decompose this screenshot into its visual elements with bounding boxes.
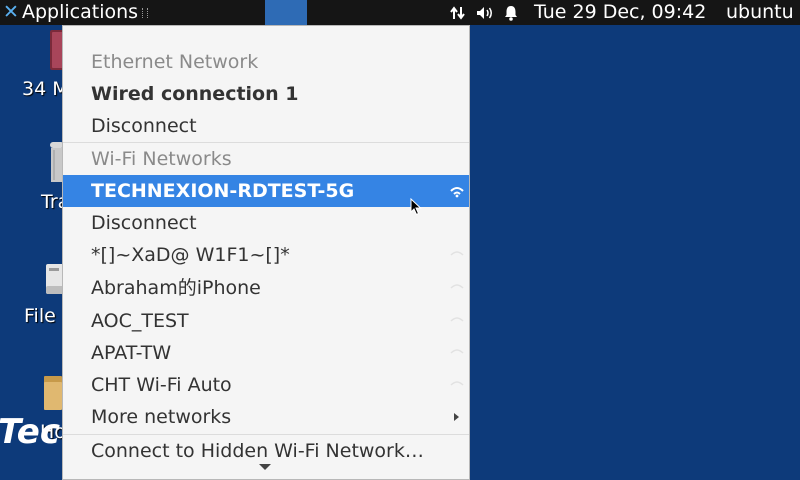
workspace-switcher-active[interactable] [265,0,307,25]
wifi-signal-weak-icon [450,349,464,354]
wifi-signal-weak-icon [450,284,464,289]
wallpaper-logo-text: Tec [0,412,61,452]
wifi-signal-weak-icon [450,317,464,322]
wifi-disconnect-item[interactable]: Disconnect [63,207,469,239]
wifi-signal-weak-icon [450,251,464,256]
clock[interactable]: Tue 29 Dec, 09:42 [534,0,706,25]
wifi-signal-weak-icon [450,381,464,386]
wifi-networks-header: Wi-Fi Networks [91,148,232,170]
hostname-label[interactable]: ubuntu [726,0,794,25]
wifi-network-item[interactable]: Abraham的iPhone [63,272,469,304]
wifi-network-label: Abraham的iPhone [91,277,261,299]
wifi-network-item[interactable]: CHT Wi-Fi Auto [63,369,469,401]
mouse-cursor-icon [410,198,422,216]
scroll-down-arrow-icon[interactable] [259,464,271,470]
wifi-network-item[interactable]: APAT-TW [63,337,469,369]
desktop-label-filesystem[interactable]: File [24,305,56,327]
submenu-arrow-icon [454,413,459,421]
ethernet-network-header: Ethernet Network [91,51,259,73]
network-transfer-icon[interactable] [447,0,469,25]
wifi-network-label: APAT-TW [91,342,172,364]
wifi-network-label: *[]~XaD@ W1F1~[]* [91,244,290,266]
network-manager-menu: Ethernet Network Wired connection 1 Disc… [62,25,470,480]
panel-handle-icon [142,7,149,18]
home-folder-icon[interactable] [44,374,62,410]
notification-bell-icon[interactable] [500,0,522,25]
xfce-logo-icon: ✕ [3,1,19,23]
more-networks-label: More networks [91,406,232,428]
more-networks-item[interactable]: More networks [63,401,469,433]
wifi-network-label: CHT Wi-Fi Auto [91,374,232,396]
volume-icon[interactable] [473,0,497,25]
wifi-network-item-active[interactable]: TECHNEXION-RDTEST-5G [63,175,469,207]
wifi-signal-icon [450,187,464,198]
connect-hidden-wifi-item[interactable]: Connect to Hidden Wi-Fi Network… [63,435,469,467]
wired-connection-item[interactable]: Wired connection 1 [63,78,469,110]
applications-menu-button[interactable]: ✕ Applications [0,0,149,25]
wifi-network-label: TECHNEXION-RDTEST-5G [91,180,355,202]
wifi-network-item[interactable]: *[]~XaD@ W1F1~[]* [63,239,469,271]
top-panel: ✕ Applications Tue 29 Dec, 09:42 ubuntu [0,0,800,25]
wifi-network-label: AOC_TEST [91,310,189,332]
wired-disconnect-item[interactable]: Disconnect [63,110,469,142]
applications-label: Applications [22,1,139,23]
wifi-network-item[interactable]: AOC_TEST [63,305,469,337]
